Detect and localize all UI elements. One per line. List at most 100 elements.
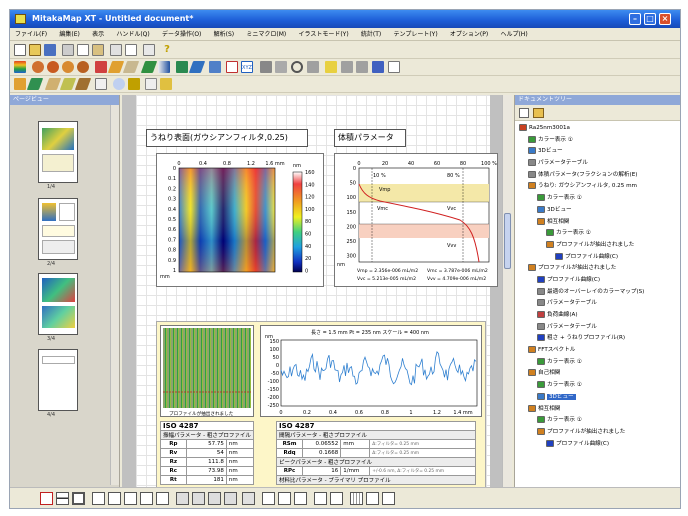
tree-item[interactable]: 相互相関: [515, 217, 680, 229]
tree-item[interactable]: 体積パラメータ(フラクションの解析(E): [515, 170, 680, 182]
leveling-icon[interactable]: [62, 61, 74, 73]
page-thumbnail-2[interactable]: 2/4: [38, 198, 78, 267]
grain-icon[interactable]: [74, 78, 92, 90]
copy-icon[interactable]: [77, 44, 89, 56]
waviness-title[interactable]: うねり表面(ガウシアンフィルタ,0.25): [146, 129, 308, 147]
stop-icon[interactable]: [95, 61, 107, 73]
surface-icon[interactable]: [140, 61, 158, 73]
help-icon[interactable]: ?: [161, 44, 173, 56]
abbott-icon[interactable]: [388, 61, 400, 73]
box-icon[interactable]: [92, 492, 105, 505]
new-file-icon[interactable]: [14, 44, 26, 56]
folder-icon[interactable]: [533, 108, 544, 118]
threshold-icon[interactable]: [95, 78, 107, 90]
tree-item[interactable]: カラー表示 ①: [515, 380, 680, 392]
color-map-icon[interactable]: [14, 61, 26, 73]
menu-view[interactable]: 表示: [87, 28, 109, 40]
menu-mini-macro[interactable]: ミニマクロ(M): [241, 28, 291, 40]
tree-item[interactable]: パラメータテーブル: [515, 322, 680, 334]
move-icon[interactable]: [278, 492, 291, 505]
tree-item[interactable]: カラー表示 ①: [515, 228, 680, 240]
save-icon[interactable]: [44, 44, 56, 56]
xyz-icon[interactable]: XYZ: [241, 61, 253, 73]
snap-icon[interactable]: [262, 492, 275, 505]
photo-simulation-icon[interactable]: [188, 61, 206, 73]
tree-item[interactable]: 3Dビュー: [515, 205, 680, 217]
print-icon[interactable]: [143, 44, 155, 56]
maximize-button[interactable]: □: [644, 13, 656, 25]
tree-item[interactable]: カラー表示 ①: [515, 193, 680, 205]
tree-item[interactable]: 3Dビュー: [515, 146, 680, 158]
annotation-icon[interactable]: [128, 78, 140, 90]
menu-help[interactable]: ヘルプ(H): [495, 28, 532, 40]
tree-item[interactable]: プロファイル曲線(C): [515, 252, 680, 264]
tree-item[interactable]: プロファイルが抽出されました: [515, 240, 680, 252]
export-icon[interactable]: [160, 78, 172, 90]
tree-item[interactable]: 最適のオーバーレイのカラーマップ(S): [515, 287, 680, 299]
waviness-heatmap-study[interactable]: 0 0.1 0.2 0.3 0.4 0.5 0.6 0.7 0.8 0.9 1 mm nm 160 1…: [156, 153, 324, 287]
close-button[interactable]: ×: [659, 13, 671, 25]
profile-icon[interactable]: [107, 61, 125, 73]
page-setup-icon[interactable]: [110, 44, 122, 56]
resize-icon[interactable]: [294, 492, 307, 505]
operator-icon[interactable]: [32, 61, 44, 73]
bearing-ratio-icon[interactable]: [209, 61, 221, 73]
menu-illustration-mode[interactable]: イラストモード(Y): [293, 28, 353, 40]
menu-options[interactable]: オプション(P): [445, 28, 493, 40]
line-style-icon[interactable]: [56, 492, 69, 505]
tree-item[interactable]: 相互相関: [515, 404, 680, 416]
segment-icon[interactable]: [44, 78, 62, 90]
histogram-icon[interactable]: [260, 61, 272, 73]
tree-item[interactable]: うねり: ガウシアンフィルタ, 0.25 mm: [515, 181, 680, 193]
expand-icon[interactable]: [314, 492, 327, 505]
tree-view-icon[interactable]: [519, 108, 529, 118]
menu-edit[interactable]: 編集(E): [54, 28, 84, 40]
tree-item[interactable]: Ra25nm3001a: [515, 123, 680, 135]
tree-item[interactable]: プロファイル曲線(C): [515, 439, 680, 451]
motif-icon[interactable]: [59, 78, 77, 90]
print-preview-icon[interactable]: [125, 44, 137, 56]
tree-item[interactable]: プロファイル曲線(C): [515, 275, 680, 287]
functional-params-icon[interactable]: [356, 61, 368, 73]
area-icon[interactable]: [122, 61, 140, 73]
minimize-button[interactable]: –: [629, 13, 641, 25]
page-view-scrollbar[interactable]: [110, 105, 119, 485]
page-thumbnail-1[interactable]: 1/4: [38, 121, 78, 190]
menu-handle[interactable]: ハンドル(Q): [111, 28, 154, 40]
document-scrollbar[interactable]: [502, 95, 512, 487]
profile-thumb-study[interactable]: プロファイルが抽出されました: [160, 325, 254, 417]
rectangle-tool-icon[interactable]: [40, 492, 53, 505]
tree-item[interactable]: FFTスペクトル: [515, 345, 680, 357]
menu-data-ops[interactable]: データ操作(O): [157, 28, 206, 40]
document-scroll-thumb[interactable]: [504, 213, 511, 269]
align-top-icon[interactable]: [124, 492, 137, 505]
align-right-icon[interactable]: [140, 492, 153, 505]
ungroup-icon[interactable]: [192, 492, 205, 505]
tree-item[interactable]: カラー表示 ①: [515, 357, 680, 369]
tree-item[interactable]: プロファイルが抽出されました: [515, 427, 680, 439]
iso4287-amplitude-table[interactable]: ISO 4287 振幅パラメータ - 粗さプロファイル Rp 57.75 nm Rv…: [160, 421, 254, 485]
menu-template[interactable]: テンプレート(Y): [389, 28, 443, 40]
fft-icon[interactable]: [372, 61, 384, 73]
volume-title[interactable]: 体積パラメータ: [334, 129, 406, 147]
step-height-icon[interactable]: [307, 61, 319, 73]
surface-extract-icon[interactable]: [26, 78, 44, 90]
bring-front-icon[interactable]: [208, 492, 221, 505]
volume-parameter-study[interactable]: 0 20 40 60 80 100 % 0 50 100 150 200 250 300 nm 10 …: [334, 153, 498, 287]
tree-item[interactable]: パラメータテーブル: [515, 158, 680, 170]
align-bottom-icon[interactable]: [156, 492, 169, 505]
paste-icon[interactable]: [92, 44, 104, 56]
tree-item[interactable]: カラー表示 ①: [515, 415, 680, 427]
profile-extract-icon[interactable]: [14, 78, 26, 90]
group-icon[interactable]: [176, 492, 189, 505]
ruler-icon[interactable]: [325, 61, 337, 73]
frame-icon[interactable]: [72, 492, 85, 505]
open-file-icon[interactable]: [29, 44, 41, 56]
tree-item[interactable]: プロファイルが抽出されました: [515, 263, 680, 275]
tree-item[interactable]: カラー表示 ①: [515, 135, 680, 147]
zoom-fit-icon[interactable]: [382, 492, 395, 505]
form-removal-icon[interactable]: [77, 61, 89, 73]
contract-icon[interactable]: [330, 492, 343, 505]
zoom-icon[interactable]: [291, 61, 303, 73]
cut-icon[interactable]: [62, 44, 74, 56]
